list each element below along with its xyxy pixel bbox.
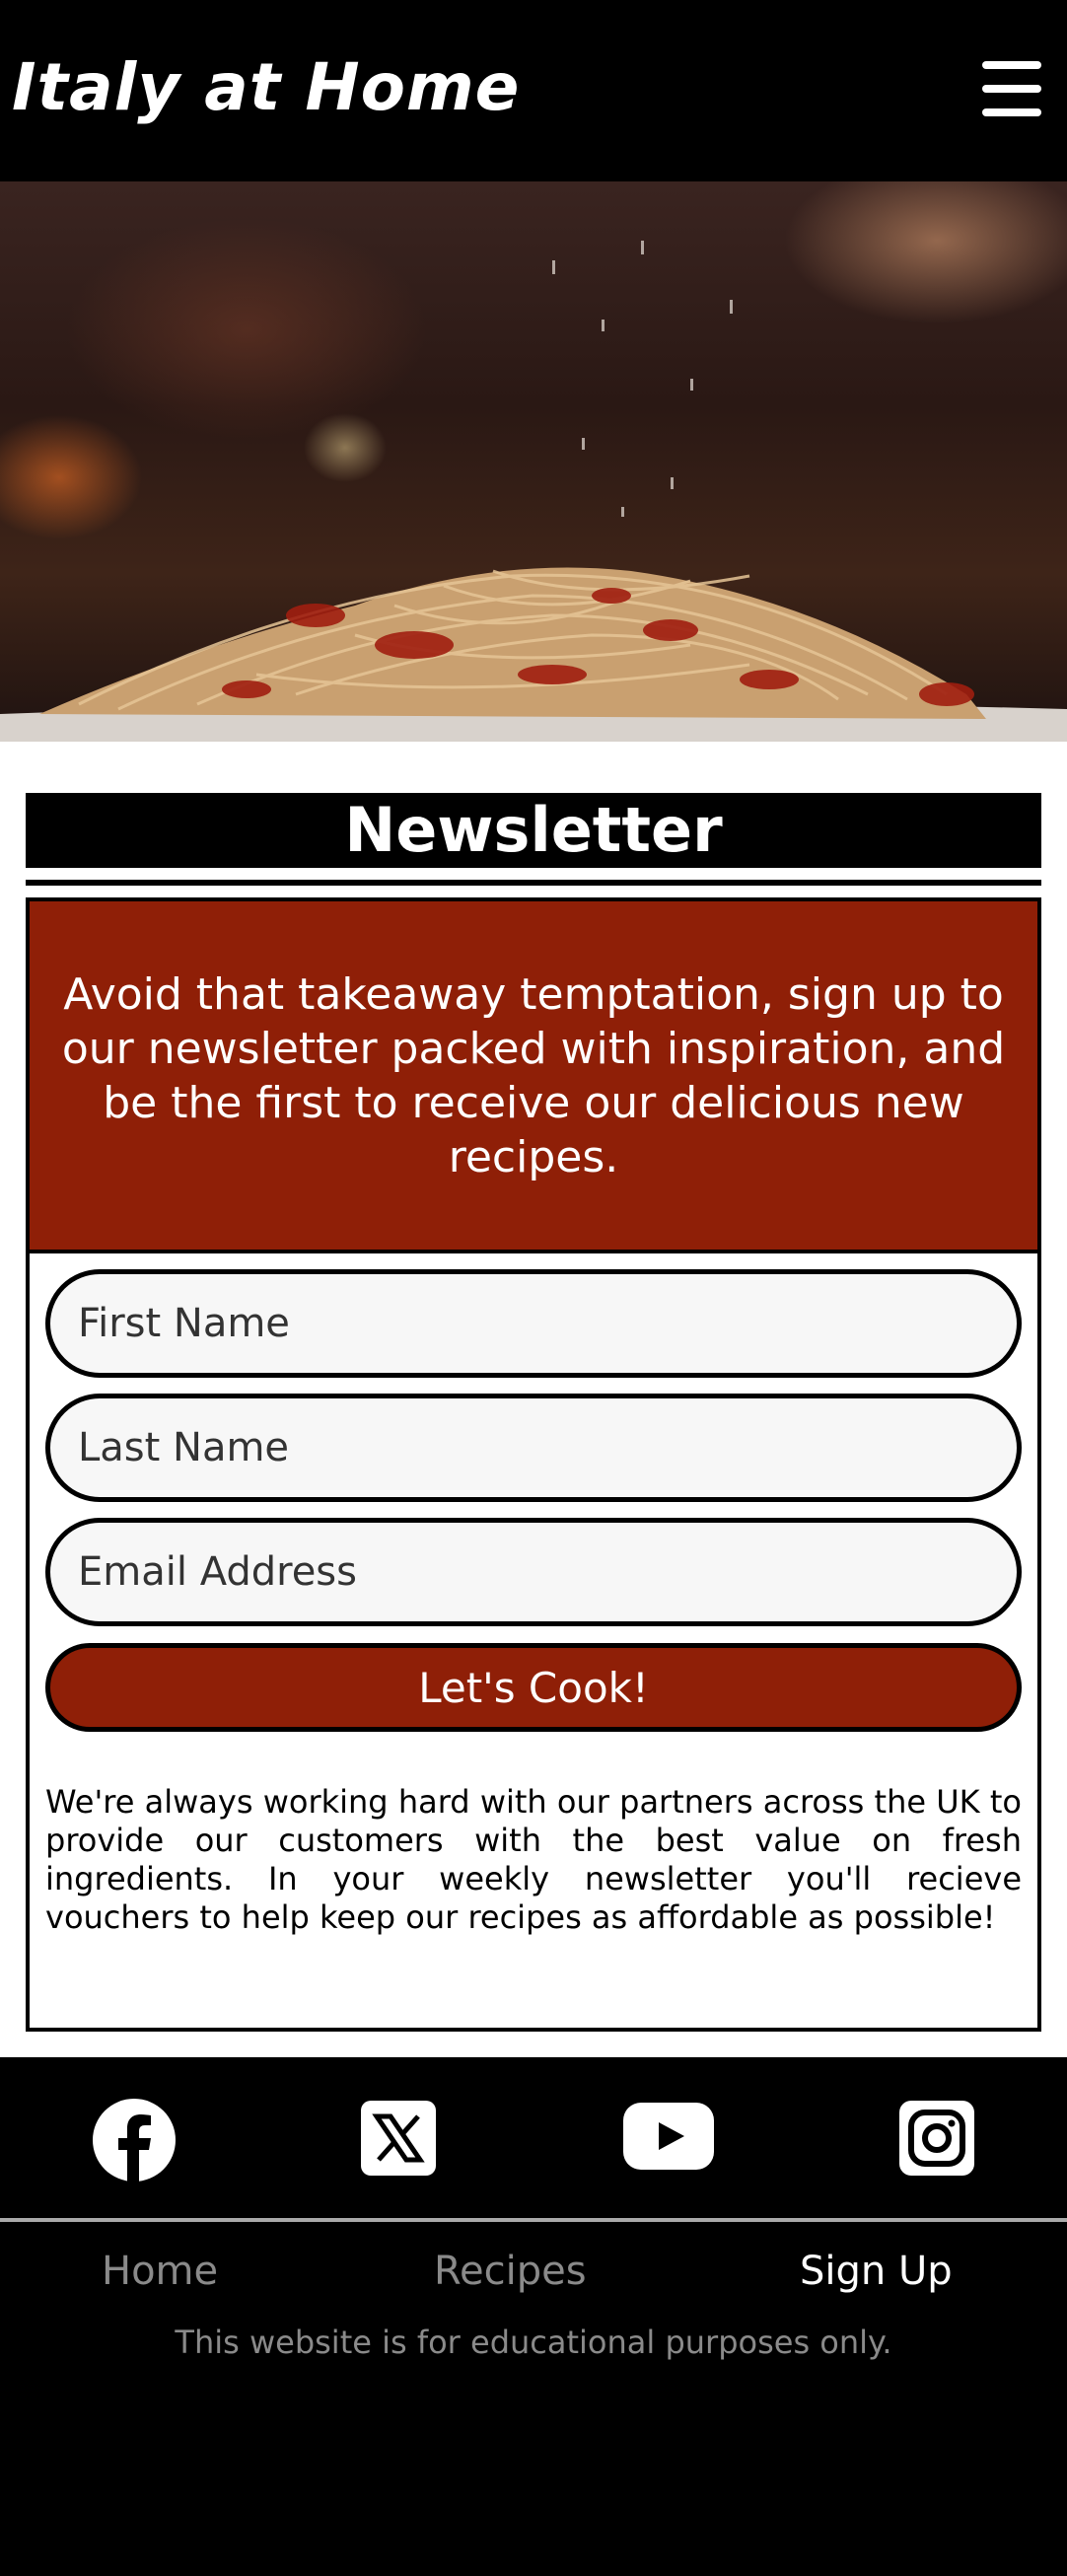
intro-banner: Avoid that takeaway temptation, sign up … — [30, 901, 1037, 1253]
footer-nav-home[interactable]: Home — [102, 2249, 218, 2294]
last-name-input[interactable] — [50, 1398, 1017, 1497]
email-input[interactable] — [50, 1523, 1017, 1621]
footer-disclaimer: This website is for educational purposes… — [175, 2324, 892, 2361]
last-name-field[interactable] — [45, 1394, 1022, 1502]
spaghetti-illustration — [0, 241, 1067, 742]
footer-nav-sign-up[interactable]: Sign Up — [800, 2249, 953, 2294]
footer-divider — [0, 2218, 1067, 2222]
hamburger-menu-icon[interactable] — [982, 61, 1041, 116]
site-header: Italy at Home — [0, 0, 1067, 181]
newsletter-info-text: We're always working hard with our partn… — [45, 1783, 1022, 1936]
first-name-input[interactable] — [50, 1274, 1017, 1373]
instagram-icon[interactable] — [899, 2101, 974, 2183]
heading-divider — [26, 880, 1041, 886]
hero-image — [0, 181, 1067, 742]
facebook-icon[interactable] — [93, 2099, 176, 2182]
lets-cook-button[interactable]: Let's Cook! — [45, 1643, 1022, 1732]
brand-title[interactable]: Italy at Home — [12, 49, 520, 125]
first-name-field[interactable] — [45, 1269, 1022, 1378]
email-field[interactable] — [45, 1518, 1022, 1626]
intro-text: Avoid that takeaway temptation, sign up … — [61, 968, 1006, 1182]
site-footer: Home Recipes Sign Up This website is for… — [0, 2057, 1067, 2576]
footer-nav-recipes[interactable]: Recipes — [434, 2249, 587, 2294]
newsletter-section: Newsletter Avoid that takeaway temptatio… — [0, 742, 1067, 2057]
signup-card: Avoid that takeaway temptation, sign up … — [26, 897, 1041, 2032]
youtube-icon[interactable] — [623, 2103, 714, 2185]
newsletter-heading: Newsletter — [26, 793, 1041, 868]
x-twitter-icon[interactable] — [361, 2101, 436, 2183]
